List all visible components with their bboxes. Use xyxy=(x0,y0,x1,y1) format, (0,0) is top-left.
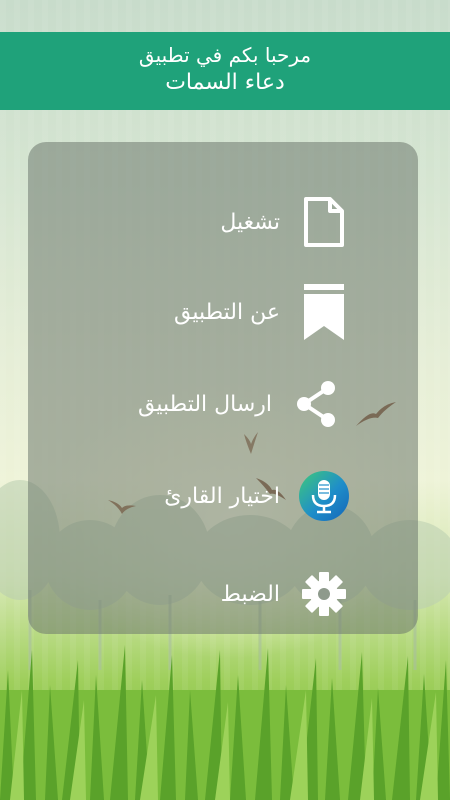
app-header: مرحبا بكم في تطبيق دعاء السمات xyxy=(0,32,450,110)
app-name: دعاء السمات xyxy=(165,70,285,95)
document-icon xyxy=(298,192,350,252)
menu-item-label: الضبط xyxy=(220,581,280,607)
menu-item-share[interactable]: ارسال التطبيق xyxy=(28,364,418,444)
gear-icon xyxy=(298,564,350,624)
background-grass xyxy=(0,645,450,800)
menu-item-label: عن التطبيق xyxy=(174,299,280,325)
main-menu-panel: تشغيل عن التطبيق ارسال التطبيق اختيار ال… xyxy=(28,142,418,634)
menu-item-choose-reciter[interactable]: اختيار القارئ xyxy=(28,456,418,536)
menu-item-label: ارسال التطبيق xyxy=(138,391,272,417)
bookmark-icon xyxy=(298,282,350,342)
microphone-icon xyxy=(298,466,350,526)
menu-item-label: تشغيل xyxy=(220,209,280,235)
share-icon xyxy=(290,374,342,434)
menu-item-about[interactable]: عن التطبيق xyxy=(28,272,418,352)
menu-item-label: اختيار القارئ xyxy=(164,483,280,509)
menu-item-settings[interactable]: الضبط xyxy=(28,554,418,634)
menu-item-play[interactable]: تشغيل xyxy=(28,182,418,262)
welcome-text: مرحبا بكم في تطبيق xyxy=(138,43,312,67)
